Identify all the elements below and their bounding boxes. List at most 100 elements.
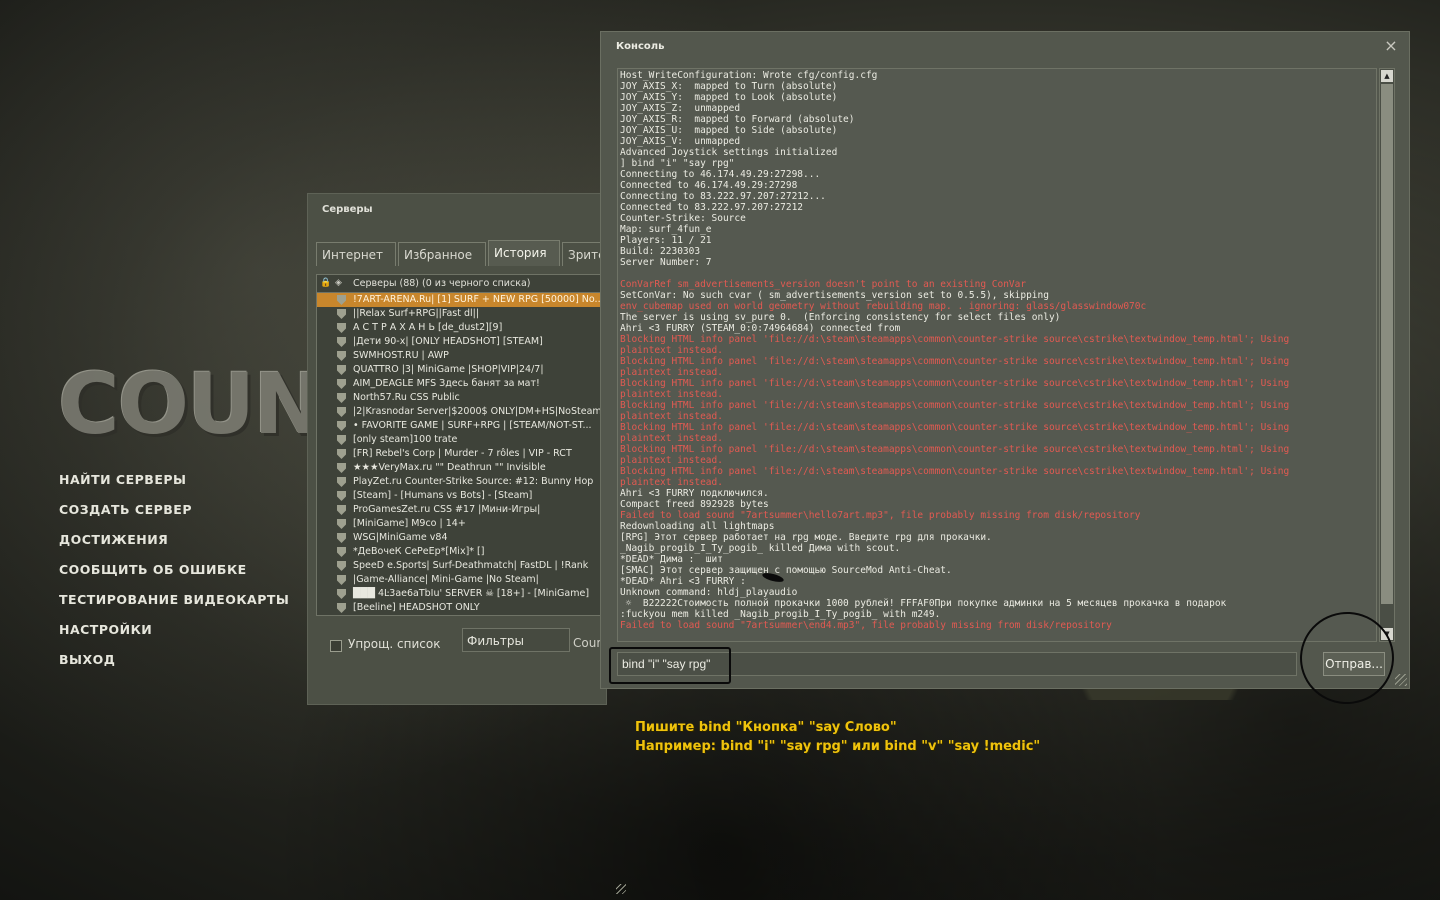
console-line: Blocking HTML info panel 'file://d:\stea… [620, 422, 1290, 433]
shield-icon [337, 295, 346, 305]
shield-icon [337, 603, 346, 613]
server-row[interactable]: ProGamesZet.ru CSS #17 |Мини-Игры| [317, 503, 607, 517]
server-row[interactable]: SpeeD e.Sports| Surf-Deathmatch| FastDL … [317, 559, 607, 573]
shield-icon [337, 421, 346, 431]
server-row[interactable]: AIM_DEAGLE MFS Здесь банят за мат! [317, 377, 607, 391]
console-line: SetConVar: No such cvar ( sm_advertiseme… [620, 290, 1049, 301]
servers-bottom-bar: Упрощ. список Фильтры Count [316, 628, 609, 662]
console-line: JOY_AXIS_Z: unmapped [620, 103, 741, 114]
console-line: plaintext instead. [620, 411, 723, 422]
servers-window-title: Серверы [322, 204, 373, 215]
server-row[interactable]: ||Relax Surf+RPG||Fast dl|| [317, 307, 607, 321]
server-row[interactable]: [Steam] - [Humans vs Bots] - [Steam] [317, 489, 607, 503]
scroll-thumb[interactable] [1381, 84, 1393, 604]
server-name: !7ART-ARENA.Ru| [1] SURF + NEW RPG [5000… [353, 294, 604, 305]
instruction-caption: Пишите bind "Кнопка" "say Слово" Наприме… [635, 718, 1040, 756]
server-row[interactable]: ★★★VeryMax.ru "" Deathrun "" Invisible [317, 461, 607, 475]
shield-icon [337, 337, 346, 347]
console-line: Players: 11 / 21 [620, 235, 712, 246]
menu-create-server[interactable]: СОЗДАТЬ СЕРВЕР [59, 500, 289, 530]
server-name: [Steam] - [Humans vs Bots] - [Steam] [353, 490, 533, 501]
scroll-up-icon[interactable]: ▲ [1381, 70, 1393, 82]
server-row[interactable]: PlayZet.ru Counter-Strike Source: #12: B… [317, 475, 607, 489]
console-line: plaintext instead. [620, 345, 723, 356]
server-list-header-label: Серверы (88) (0 из черного списка) [353, 278, 531, 289]
server-row[interactable]: |Game-Alliance| Mini-Game |No Steam| [317, 573, 607, 587]
server-row[interactable]: [MiniGame] M9co | 14+ [317, 517, 607, 531]
console-line: *DEAD* Дима : шит [620, 554, 723, 565]
console-line: Failed to load sound "7artsummer\hello7a… [620, 510, 1141, 521]
server-row[interactable]: |2|Krasnodar Server|$2000$ ONLY|DM+HS|No… [317, 405, 607, 419]
server-row[interactable]: !7ART-ARENA.Ru| [1] SURF + NEW RPG [5000… [317, 293, 607, 307]
server-row[interactable]: *ДеВочеК СеРеЕр*[Mix]* [] [317, 545, 607, 559]
server-name: ★★★VeryMax.ru "" Deathrun "" Invisible [353, 462, 546, 473]
server-row[interactable]: WSG|MiniGame v84 [317, 531, 607, 545]
shield-icon [337, 351, 346, 361]
shield-icon [337, 309, 346, 319]
server-name: ||Relax Surf+RPG||Fast dl|| [353, 308, 480, 319]
tab-internet[interactable]: Интернет [316, 242, 396, 266]
menu-achievements[interactable]: ДОСТИЖЕНИЯ [59, 530, 289, 560]
server-name: • FAVORITE GAME | SURF+RPG | [STEAM/NOT-… [353, 420, 592, 431]
shield-icon [337, 519, 346, 529]
server-name: AIM_DEAGLE MFS Здесь банят за мат! [353, 378, 540, 389]
server-row[interactable]: |Дети 90-х| [ONLY HEADSHOT] [STEAM] [317, 335, 607, 349]
console-line: The server is using sv_pure 0. (Enforcin… [620, 312, 1061, 323]
console-line: Compact freed 892928 bytes [620, 499, 769, 510]
server-row[interactable]: А С Т Р А Х А Н Ь [de_dust2][9] [317, 321, 607, 335]
server-name: |Game-Alliance| Mini-Game |No Steam| [353, 574, 539, 585]
shield-icon [337, 463, 346, 473]
console-line: Connected to 83.222.97.207:27212 [620, 202, 804, 213]
console-line: JOY_AXIS_V: unmapped [620, 136, 741, 147]
filters-button[interactable]: Фильтры [462, 628, 570, 652]
server-row[interactable]: [only steam]100 trate [317, 433, 607, 447]
menu-options[interactable]: НАСТРОЙКИ [59, 620, 289, 650]
server-name: ProGamesZet.ru CSS #17 |Мини-Игры| [353, 504, 541, 515]
console-line: ConVarRef sm_advertisements_version does… [620, 279, 1027, 290]
console-line: Host_WriteConfiguration: Wrote cfg/confi… [620, 70, 878, 81]
server-row[interactable]: [FR] Rebel's Corp | Murder - 7 rôles | V… [317, 447, 607, 461]
console-line: Redownloading all lightmaps [620, 521, 775, 532]
simplified-list-checkbox[interactable] [330, 640, 342, 652]
console-line: Advanced Joystick settings initialized [620, 147, 838, 158]
menu-quit[interactable]: ВЫХОД [59, 650, 289, 680]
close-icon[interactable]: × [1383, 37, 1399, 55]
server-row[interactable]: QUATTRO |3| MiniGame |SHOP|VIP|24/7| [317, 363, 607, 377]
server-rows: !7ART-ARENA.Ru| [1] SURF + NEW RPG [5000… [317, 293, 607, 615]
server-row[interactable]: ███ 4Ŀ3ae6aTbIu' SERVER ☠ [18+] - [MiniG… [317, 587, 607, 601]
console-scrollbar[interactable]: ▲ ▼ [1379, 68, 1395, 642]
console-line: Blocking HTML info panel 'file://d:\stea… [620, 444, 1290, 455]
console-line: Failed to load sound "7artsummer\end4.mp… [620, 620, 1112, 631]
server-row[interactable]: • FAVORITE GAME | SURF+RPG | [STEAM/NOT-… [317, 419, 607, 433]
shield-icon [337, 365, 346, 375]
server-list-header[interactable]: 🔒 ◈ Серверы (88) (0 из черного списка) [317, 275, 607, 293]
server-row[interactable]: SWMHOST.RU | AWP [317, 349, 607, 363]
console-resize-grip[interactable] [1395, 674, 1407, 686]
menu-video-stress-test[interactable]: ТЕСТИРОВАНИЕ ВИДЕОКАРТЫ [59, 590, 289, 620]
console-line: Blocking HTML info panel 'file://d:\stea… [620, 400, 1290, 411]
server-name: А С Т Р А Х А Н Ь [de_dust2][9] [353, 322, 503, 333]
server-name: SWMHOST.RU | AWP [353, 350, 449, 361]
servers-resize-grip[interactable] [616, 884, 626, 894]
console-line: ☼ B22222Стоимость полной прокачки 1000 р… [620, 598, 1227, 609]
menu-find-servers[interactable]: НАЙТИ СЕРВЕРЫ [59, 470, 289, 500]
console-line: Counter-Strike: Source [620, 213, 746, 224]
server-name: [only steam]100 trate [353, 434, 458, 445]
menu-report-bug[interactable]: СООБЩИТЬ ОБ ОШИБКЕ [59, 560, 289, 590]
shield-icon [337, 435, 346, 445]
tab-favorites[interactable]: Избранное [398, 242, 486, 266]
tab-history[interactable]: История [488, 240, 560, 266]
console-line: JOY_AXIS_Y: mapped to Look (absolute) [620, 92, 838, 103]
console-line: Unknown command: hldj_playaudio [620, 587, 798, 598]
server-name: [FR] Rebel's Corp | Murder - 7 rôles | V… [353, 448, 572, 459]
console-line: [SMAC] Этот сервер защищен с помощью Sou… [620, 565, 952, 576]
console-line: Build: 2230303 [620, 246, 701, 257]
console-line: plaintext instead. [620, 433, 723, 444]
shield-icon [337, 561, 346, 571]
shield-icon [337, 323, 346, 333]
console-line: JOY_AXIS_X: mapped to Turn (absolute) [620, 81, 838, 92]
server-row[interactable]: North57.Ru CSS Public [317, 391, 607, 405]
console-line: _Nagib_progib_I_Ty_pogib_ killed Дима wi… [620, 543, 901, 554]
server-row[interactable]: [Beeline] HEADSHOT ONLY [317, 601, 607, 615]
